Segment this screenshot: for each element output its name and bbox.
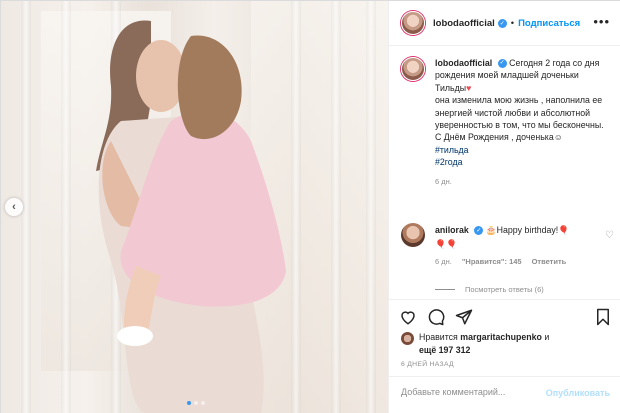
author-avatar[interactable] (401, 11, 425, 35)
commenter-avatar[interactable] (401, 223, 425, 247)
hashtag-link[interactable]: #2года (435, 156, 616, 168)
smile-emoji-icon: ☺ (553, 132, 563, 143)
post-header: lobodaofficial ✓ • Подписаться ••• (389, 1, 620, 46)
caption-line-3: С Днём Рождения , доченька (435, 132, 554, 143)
verified-badge-icon: ✓ (497, 18, 507, 28)
commenter-username[interactable]: anilorak (435, 225, 469, 235)
heart-icon[interactable] (399, 308, 417, 326)
comment-icon[interactable] (427, 308, 445, 326)
caption-username[interactable]: lobodaofficial (435, 58, 492, 68)
likes-others[interactable]: ещё 197 312 (419, 345, 470, 355)
red-heart-emoji-icon: ♥ (466, 82, 472, 93)
post-side-panel: lobodaofficial ✓ • Подписаться ••• lobod… (388, 1, 620, 413)
child-shoe (117, 326, 153, 346)
likes-summary: Нравится margaritachupenko и ещё 197 312 (401, 331, 616, 357)
comment-like-icon[interactable]: ♡ (605, 230, 614, 241)
comment-input[interactable] (401, 387, 541, 397)
likes-prefix: Нравится (419, 332, 458, 342)
follow-button[interactable]: Подписаться (518, 18, 580, 29)
publish-button[interactable]: Опубликовать (546, 388, 610, 398)
post-photo[interactable]: ‹ (1, 1, 388, 413)
verified-badge-icon: ✓ (497, 59, 507, 69)
header-separator: • (510, 17, 515, 29)
liker-username[interactable]: margaritachupenko (460, 332, 542, 342)
view-replies-button[interactable]: Посмотреть ответы (6) (435, 285, 544, 294)
comment-text: anilorak ✓ 🎂Happy birthday!🎈 🎈🎈 (435, 223, 595, 251)
carousel-dot-active (187, 401, 191, 405)
caption-line-2: она изменила мою жизнь , наполнила ее эн… (435, 95, 604, 131)
carousel-dot (194, 401, 198, 405)
add-comment-bar: Опубликовать (389, 376, 620, 413)
reply-button[interactable]: Ответить (532, 257, 567, 266)
hashtag-link[interactable]: #тильда (435, 144, 616, 156)
comment-body: 🎂Happy birthday!🎈 (485, 225, 570, 235)
comment-body-2: 🎈🎈 (435, 239, 457, 249)
photo-subjects (96, 20, 286, 413)
caption-avatar[interactable] (401, 57, 425, 81)
likes-conj: и (544, 332, 550, 342)
carousel-dot (201, 401, 205, 405)
view-replies-label: Посмотреть ответы (6) (465, 285, 544, 294)
author-username[interactable]: lobodaofficial (433, 18, 495, 29)
bookmark-icon[interactable] (594, 308, 612, 326)
replies-line (435, 289, 455, 290)
post-date[interactable]: 6 ДНЕЙ НАЗАД (401, 361, 454, 368)
verified-badge-icon: ✓ (474, 226, 484, 236)
comment-likes-count[interactable]: "Нравится": 145 (462, 257, 522, 266)
comment-meta: 6 дн. "Нравится": 145 Ответить (435, 257, 616, 266)
likes-text: Нравится margaritachupenko и ещё 197 312 (419, 331, 549, 357)
post-modal: ‹ lobodaofficial ✓ • Подписаться ••• lob… (0, 0, 620, 413)
post-actions (389, 299, 620, 333)
post-caption: lobodaofficial ✓ Сегодня 2 года со дня р… (401, 57, 616, 186)
comment-item: anilorak ✓ 🎂Happy birthday!🎈 🎈🎈 ♡ 6 дн. … (401, 223, 616, 266)
carousel-dots (187, 401, 205, 405)
caption-text: lobodaofficial ✓ Сегодня 2 года со дня р… (435, 57, 616, 169)
caption-time[interactable]: 6 дн. (435, 177, 616, 186)
share-icon[interactable] (455, 308, 473, 326)
carousel-prev-button[interactable]: ‹ (5, 198, 23, 216)
liker-avatar[interactable] (401, 332, 414, 345)
comment-time[interactable]: 6 дн. (435, 257, 452, 266)
more-options-icon[interactable]: ••• (593, 14, 610, 29)
